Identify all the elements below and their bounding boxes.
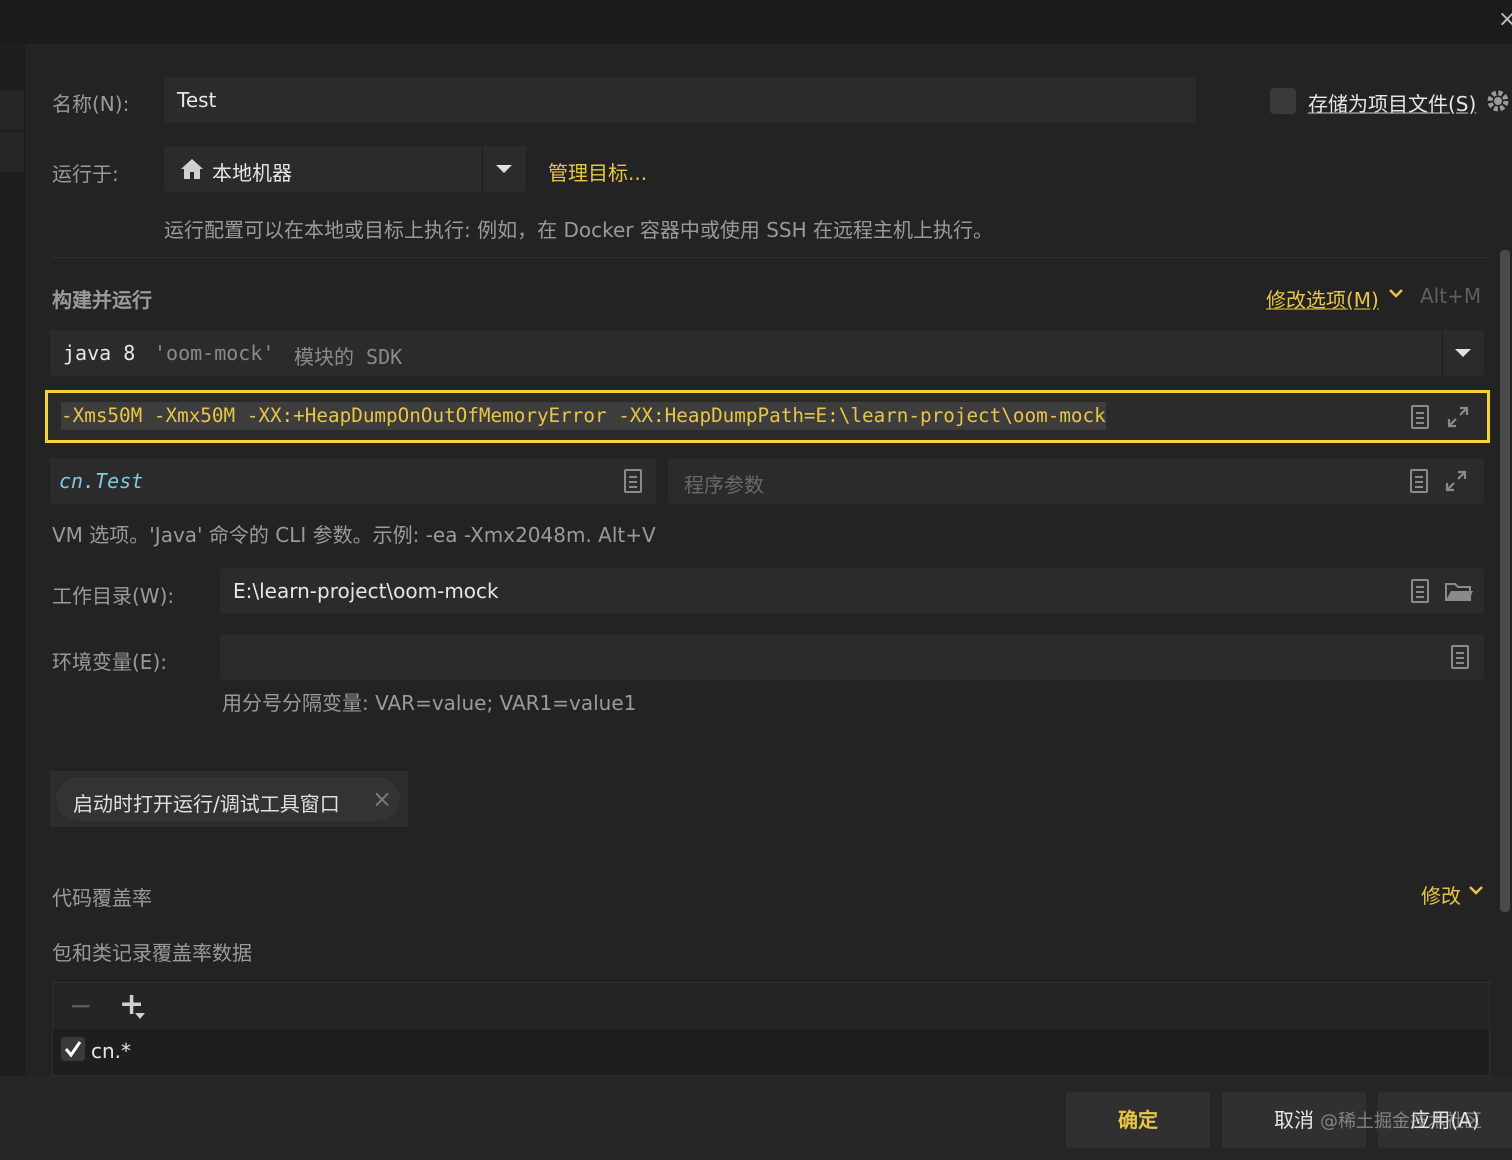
modify-options-shortcut: Alt+M [1420, 284, 1482, 308]
jdk-select-name: java 8 [63, 341, 136, 365]
chevron-down-icon [496, 165, 512, 173]
left-panel-item[interactable] [0, 90, 24, 130]
expand-icon[interactable] [1445, 470, 1467, 492]
env-vars-hint: 用分号分隔变量: VAR=value; VAR1=value1 [222, 691, 637, 715]
store-as-project-file-label[interactable]: 存储为项目文件(S) [1308, 88, 1476, 117]
expand-text-icon[interactable] [1411, 405, 1429, 429]
pattern-text: cn.* [91, 1039, 132, 1063]
chevron-down-icon [1455, 349, 1471, 357]
name-label: 名称(N): [52, 92, 130, 116]
name-input[interactable]: Test [164, 77, 1196, 123]
run-on-label: 运行于: [52, 162, 119, 186]
main-class-value: cn.Test [59, 469, 144, 493]
modify-options-link[interactable]: 修改选项(M) [1266, 284, 1379, 313]
gear-icon[interactable] [1486, 87, 1512, 115]
vm-options-input[interactable]: -Xms50M -Xmx50M -XX:+HeapDumpOnOutOfMemo… [45, 390, 1490, 443]
vm-options-value: -Xms50M -Xmx50M -XX:+HeapDumpOnOutOfMemo… [61, 402, 1106, 430]
run-target-select[interactable]: 本地机器 [164, 146, 526, 192]
env-vars-input[interactable] [220, 634, 1484, 680]
close-button[interactable]: × [1498, 6, 1512, 34]
pattern-checkbox[interactable] [61, 1037, 85, 1061]
expand-icon[interactable] [1447, 406, 1469, 428]
chip-remove-icon[interactable]: × [372, 785, 392, 813]
coverage-toolbar: − + [53, 983, 1489, 1029]
program-args-input[interactable]: 程序参数 [668, 458, 1484, 504]
options-chip-area: 启动时打开运行/调试工具窗口 × [50, 771, 408, 827]
folder-icon[interactable] [1444, 580, 1474, 604]
left-panel-strip [0, 44, 25, 1076]
remove-pattern-button[interactable]: − [69, 989, 92, 1022]
jdk-select-suffix: 模块的 SDK [294, 345, 403, 369]
build-run-section-title: 构建并运行 [52, 288, 152, 312]
working-dir-label: 工作目录(W): [52, 584, 175, 608]
left-panel-item[interactable] [0, 132, 24, 172]
coverage-patterns-panel: − + cn.* [52, 982, 1490, 1076]
coverage-pattern-row[interactable]: cn.* [53, 1029, 1489, 1075]
close-icon: × [1498, 7, 1512, 32]
coverage-section-title: 代码覆盖率 [52, 886, 152, 910]
home-icon [181, 159, 203, 179]
jdk-select-module: 'oom-mock' [154, 341, 275, 365]
chevron-down-icon [135, 1013, 145, 1019]
program-args-placeholder: 程序参数 [684, 473, 764, 497]
env-vars-label: 环境变量(E): [52, 650, 167, 674]
coverage-modify-link[interactable]: 修改 [1421, 880, 1461, 909]
browse-class-icon[interactable] [624, 469, 642, 493]
open-tool-window-chip[interactable]: 启动时打开运行/调试工具窗口 × [56, 777, 400, 821]
divider [52, 257, 1490, 258]
name-input-value: Test [177, 88, 217, 112]
run-target-value: 本地机器 [212, 161, 292, 185]
working-dir-input[interactable]: E:\learn-project\oom-mock [220, 568, 1484, 614]
watermark: @稀土掘金技术社区 [1320, 1111, 1482, 1132]
chevron-down-icon [1389, 289, 1403, 298]
expand-text-icon[interactable] [1410, 469, 1428, 493]
edit-env-vars-icon[interactable] [1451, 645, 1469, 669]
coverage-subtitle: 包和类记录覆盖率数据 [52, 941, 252, 965]
main-class-input[interactable]: cn.Test [50, 458, 656, 504]
jdk-select[interactable]: java 8 'oom-mock' 模块的 SDK [50, 330, 1484, 376]
check-icon [64, 1041, 82, 1058]
insert-macro-icon[interactable] [1411, 579, 1429, 603]
working-dir-value: E:\learn-project\oom-mock [233, 579, 499, 603]
ok-button[interactable]: 确定 [1066, 1092, 1210, 1148]
chip-label: 启动时打开运行/调试工具窗口 [73, 792, 340, 816]
manage-targets-link[interactable]: 管理目标... [548, 157, 647, 186]
vertical-scrollbar[interactable] [1500, 250, 1510, 912]
title-bar [0, 0, 1512, 44]
store-as-project-file-checkbox[interactable] [1270, 88, 1296, 114]
chevron-down-icon [1469, 886, 1483, 895]
vm-options-hint: VM 选项。'Java' 命令的 CLI 参数。示例: -ea -Xmx2048… [52, 523, 656, 547]
run-on-hint: 运行配置可以在本地或目标上执行: 例如，在 Docker 容器中或使用 SSH … [164, 218, 993, 242]
